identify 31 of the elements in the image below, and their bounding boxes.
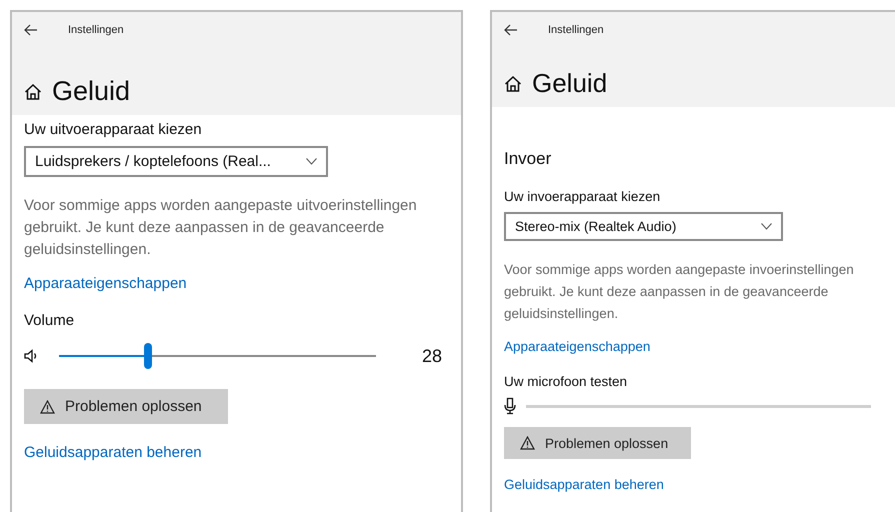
home-icon[interactable] <box>504 74 522 92</box>
field-label: Uw uitvoerapparaat kiezen <box>24 121 202 138</box>
device-dropdown[interactable]: Luidsprekers / koptelefoons (Real... <box>24 146 328 177</box>
chevron-icon <box>306 158 317 165</box>
link[interactable]: Geluidsapparaten beheren <box>504 477 664 492</box>
field-label: Volume <box>24 312 74 329</box>
description-text: Voor sommige apps worden aangepaste invoerinstellingen gebruikt. Je kunt deze aanpassen in de geavanceerde geluidsinstellingen. <box>504 261 855 323</box>
back-arrow-icon[interactable] <box>504 24 518 36</box>
device-dropdown[interactable]: Stereo-mix (Realtek Audio) <box>504 212 783 241</box>
warning-icon <box>40 400 55 414</box>
description-text: Voor sommige apps worden aangepaste uitvoerinstellingen gebruikt. Je kunt deze aanpassen in de geavanceerde geluidsinstellingen. <box>24 196 418 260</box>
home-icon[interactable] <box>24 82 42 100</box>
troubleshoot-button[interactable]: Problemen oplossen <box>24 389 228 424</box>
section-heading: Invoer <box>504 149 552 169</box>
slider-thumb[interactable] <box>144 343 152 369</box>
speaker-icon <box>24 349 37 363</box>
link[interactable]: Apparaateigenschappen <box>504 339 650 354</box>
back-arrow-icon[interactable] <box>24 24 38 36</box>
field-label: Uw microfoon testen <box>504 374 628 389</box>
warning-icon <box>520 436 535 450</box>
window-title: Instellingen <box>68 24 124 36</box>
page-title: Geluid <box>52 76 130 107</box>
page-title: Geluid <box>532 68 608 99</box>
volume-value: 28 <box>422 346 442 366</box>
microphone-icon <box>504 397 516 415</box>
window-title: Instellingen <box>548 24 604 36</box>
link[interactable]: Geluidsapparaten beheren <box>24 444 202 461</box>
chevron-icon <box>761 223 772 230</box>
troubleshoot-button[interactable]: Problemen oplossen <box>504 427 691 459</box>
link[interactable]: Apparaateigenschappen <box>24 275 187 292</box>
field-label: Uw invoerapparaat kiezen <box>504 189 660 204</box>
